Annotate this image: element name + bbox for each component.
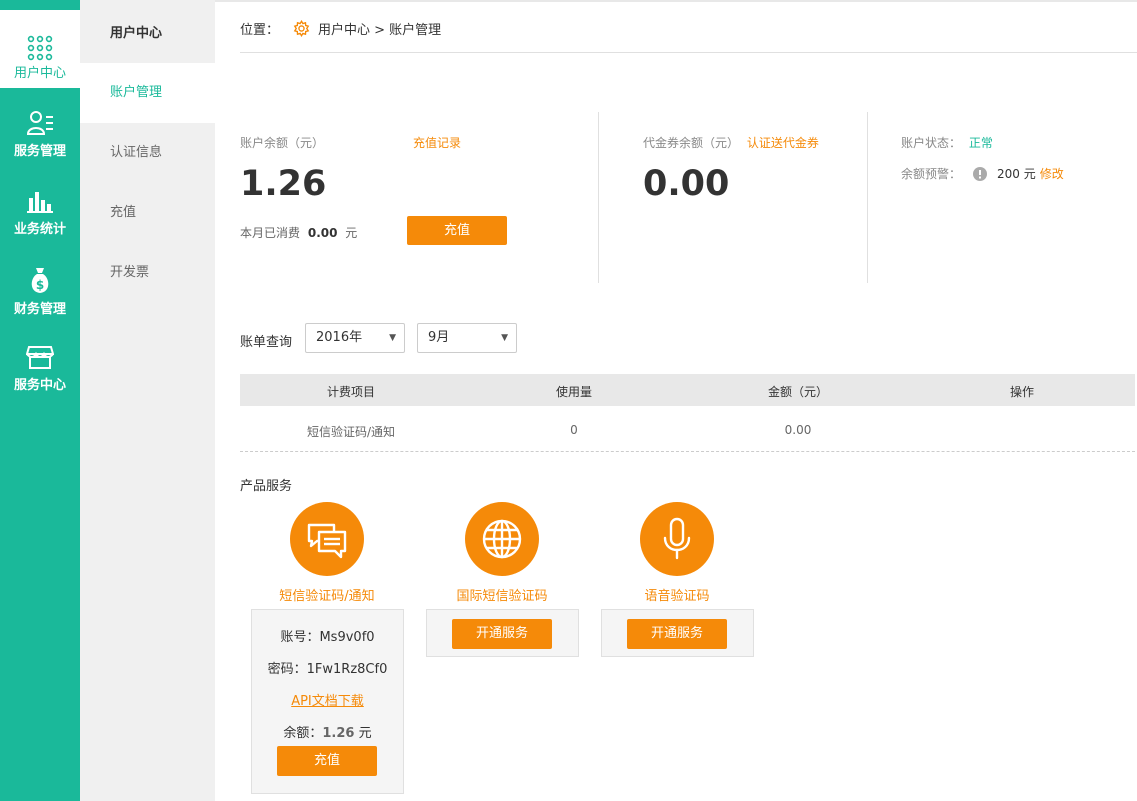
divider [598, 112, 599, 283]
year-select-value: 2016年 [316, 330, 363, 345]
product-icon-circle [640, 502, 714, 576]
table-cell: 0 [570, 423, 578, 437]
activate-service-button[interactable]: 开通服务 [627, 619, 727, 649]
sub-item-verification-info[interactable]: 认证信息 [80, 123, 215, 183]
column-header: 操作 [1009, 385, 1034, 399]
nav-item-finance-management[interactable]: $ 财务管理 [0, 266, 80, 344]
voucher-balance-value: 0.00 [643, 164, 730, 204]
product-icon-circle [465, 502, 539, 576]
account-value: Ms9v0f0 [319, 630, 375, 645]
balance-label: 账户余额（元） [240, 136, 325, 150]
product-recharge-button[interactable]: 充值 [277, 746, 377, 776]
password-info: 密码：1Fw1Rz8Cf0 [252, 658, 403, 677]
recharge-button[interactable]: 充值 [407, 216, 507, 245]
product-card-sms: 账号：Ms9v0f0 密码：1Fw1Rz8Cf0 API文档下载 余额：1.26… [251, 609, 404, 794]
sub-item-account-management[interactable]: 账户管理 [80, 63, 215, 123]
voucher-label: 代金券余额（元） [643, 136, 740, 150]
product-card-intl-sms: 开通服务 [426, 609, 579, 657]
product-balance-unit: 元 [358, 726, 372, 741]
account-info: 账号：Ms9v0f0 [252, 626, 403, 645]
voucher-balance-label: 代金券余额（元） 认证送代金券 [643, 134, 819, 151]
nav-item-user-center[interactable]: 用户中心 [0, 10, 80, 88]
product-card-voice: 开通服务 [601, 609, 754, 657]
caret-down-icon: ▼ [389, 333, 396, 343]
gear-icon [293, 20, 310, 37]
nav-label: 服务中心 [13, 378, 66, 393]
column-header: 金额（元） [767, 385, 828, 399]
column-header: 计费项目 [326, 385, 375, 399]
bill-table-header: 计费项目 使用量 金额（元） 操作 [240, 374, 1135, 406]
divider [867, 112, 868, 283]
api-doc-link[interactable]: API文档下载 [291, 694, 364, 709]
nav-label: 业务统计 [13, 222, 66, 237]
nav-item-business-statistics[interactable]: 业务统计 [0, 188, 80, 266]
column-header: 使用量 [555, 385, 592, 399]
sub-item-recharge[interactable]: 充值 [80, 183, 215, 243]
main-nav: 用户中心 服务管理 业务统计 $ 财务管理 服务中心 [0, 0, 80, 801]
nav-label: 服务管理 [13, 144, 66, 159]
alert-value: 200 元 [997, 167, 1036, 181]
nav-label: 财务管理 [13, 302, 66, 317]
password-label: 密码： [267, 662, 307, 677]
sub-nav: 用户中心 账户管理 认证信息 充值 开发票 [80, 0, 215, 801]
divider [240, 451, 1135, 452]
account-label: 账号： [280, 630, 320, 645]
voucher-link[interactable]: 认证送代金券 [747, 136, 819, 150]
grid-icon [27, 35, 53, 61]
year-select[interactable]: 2016年 ▼ [305, 323, 405, 353]
balance-value: 1.26 [240, 164, 327, 204]
product-name: 语音验证码 [644, 589, 710, 604]
nav-item-service-management[interactable]: 服务管理 [0, 110, 80, 188]
svg-text:$: $ [36, 278, 44, 292]
globe-icon [482, 519, 522, 559]
status-label: 账户状态： [901, 136, 962, 150]
nav-item-service-center[interactable]: 服务中心 [0, 344, 80, 422]
breadcrumb-prefix: 位置： [240, 23, 280, 38]
money-bag-icon: $ [31, 268, 49, 293]
month-consumption: 本月已消费 0.00 元 [240, 224, 357, 241]
table-cell: 短信验证码/通知 [306, 425, 396, 439]
info-icon [973, 166, 988, 181]
products-title: 产品服务 [240, 479, 293, 494]
table-cell: 0.00 [784, 423, 812, 437]
sub-item-invoice[interactable]: 开发票 [80, 243, 215, 303]
month-select-value: 9月 [428, 330, 450, 345]
product-icon-circle [290, 502, 364, 576]
product-balance-value: 1.26 [322, 726, 355, 741]
alert-label: 余额预警： [901, 167, 962, 181]
month-consumption-value: 0.00 [307, 226, 338, 240]
microphone-icon [663, 517, 691, 560]
chat-bubbles-icon [307, 523, 347, 559]
user-list-icon [26, 111, 53, 135]
bar-chart-icon [27, 192, 53, 213]
product-name: 短信验证码/通知 [279, 589, 375, 604]
status-value: 正常 [968, 136, 993, 150]
product-balance-label: 余额： [283, 726, 323, 741]
month-consumption-unit: 元 [345, 226, 358, 240]
caret-down-icon: ▼ [501, 333, 508, 343]
account-status: 账户状态： 正常 [901, 134, 993, 151]
balance-alert: 余额预警： 200 元 修改 [901, 165, 1064, 182]
bill-query-label: 账单查询 [240, 335, 293, 350]
product-name: 国际短信验证码 [456, 589, 548, 604]
divider [240, 52, 1137, 53]
alert-edit-link[interactable]: 修改 [1040, 165, 1064, 182]
api-doc-row: API文档下载 [252, 690, 403, 709]
month-consumption-label: 本月已消费 [240, 226, 301, 240]
product-balance: 余额：1.26 元 [252, 722, 403, 741]
sub-nav-title: 用户中心 [110, 26, 163, 41]
month-select[interactable]: 9月 ▼ [417, 323, 517, 353]
store-icon [26, 346, 54, 369]
breadcrumb-path[interactable]: 用户中心 > 账户管理 [318, 19, 441, 38]
recharge-record-link[interactable]: 充值记录 [413, 134, 461, 151]
password-value: 1Fw1Rz8Cf0 [306, 662, 388, 677]
breadcrumb: 位置： 用户中心 > 账户管理 [240, 19, 441, 38]
nav-label: 用户中心 [13, 66, 66, 81]
activate-service-button[interactable]: 开通服务 [452, 619, 552, 649]
